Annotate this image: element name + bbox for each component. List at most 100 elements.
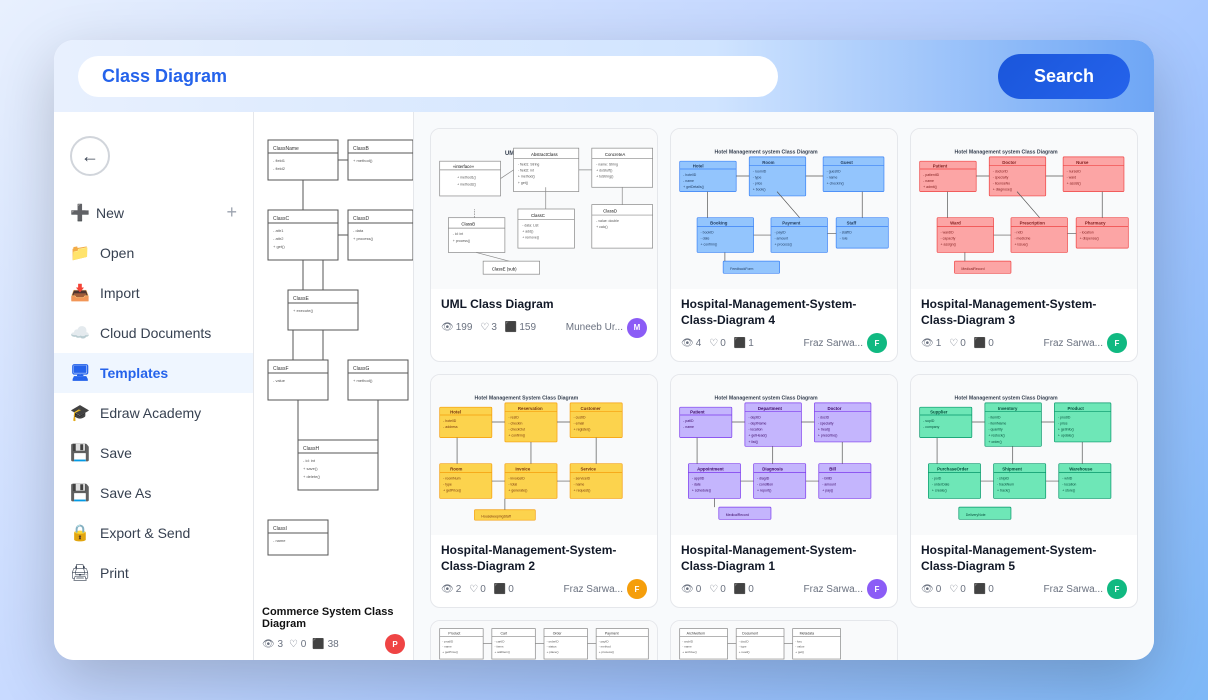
left-partial-diagram: ClassName - field1 - field2 ClassB + met… bbox=[258, 120, 414, 580]
uml-partial-diagram-svg: ArchiveItem - archID - name + archive() … bbox=[671, 621, 897, 660]
svg-text:+ toString(): + toString() bbox=[596, 175, 613, 179]
template-card-commerce[interactable]: Product - prodID - name + getPrice() Car… bbox=[430, 620, 658, 660]
import-icon: 📥 bbox=[70, 283, 90, 303]
svg-text:Hotel Management system Class: Hotel Management system Class Diagram bbox=[954, 396, 1058, 402]
sidebar-item-label: Print bbox=[100, 565, 129, 581]
svg-text:Hotel Management system Class: Hotel Management system Class Diagram bbox=[714, 396, 818, 402]
svg-text:Diagnosis: Diagnosis bbox=[762, 467, 783, 472]
back-button[interactable]: ← bbox=[70, 136, 110, 176]
hospital1-diagram-svg: Hotel Management system Class Diagram Pa… bbox=[671, 375, 897, 535]
svg-text:Room: Room bbox=[450, 467, 462, 472]
template-card-hospital-1[interactable]: Hotel Management system Class Diagram Pa… bbox=[670, 374, 898, 608]
svg-text:Hotel: Hotel bbox=[450, 409, 461, 414]
svg-text:HousekeepingStaff: HousekeepingStaff bbox=[481, 515, 510, 519]
template-card-hospital-4[interactable]: Hotel Management system Class Diagram Ho… bbox=[670, 128, 898, 362]
svg-text:- payID: - payID bbox=[774, 230, 786, 234]
author-area: Muneeb Ur... M bbox=[566, 318, 647, 338]
svg-text:+ list(): + list() bbox=[748, 440, 758, 444]
svg-text:+ track(): + track() bbox=[997, 489, 1010, 493]
svg-text:+ get(): + get() bbox=[273, 244, 285, 249]
svg-text:- name: - name bbox=[442, 645, 452, 649]
template-card-uml[interactable]: UML Class Diagram «interface» + method1(… bbox=[430, 128, 658, 362]
svg-text:+ calc(): + calc() bbox=[596, 225, 607, 229]
svg-text:Inventory: Inventory bbox=[998, 406, 1018, 411]
svg-text:+ confirm(): + confirm() bbox=[508, 434, 525, 438]
sidebar-item-new[interactable]: ➕ New + bbox=[54, 192, 253, 233]
likes-stat: ♡ 3 bbox=[480, 322, 497, 333]
svg-text:Invoice: Invoice bbox=[515, 467, 531, 472]
content-area[interactable]: UML Class Diagram «interface» + method1(… bbox=[414, 112, 1154, 660]
svg-text:ClassH: ClassH bbox=[303, 446, 320, 452]
card-stats: 👁 2 ♡ 0 ⬛ 0 bbox=[441, 584, 514, 595]
svg-text:- specialty: - specialty bbox=[818, 422, 834, 426]
svg-text:Appointment: Appointment bbox=[697, 467, 724, 472]
svg-text:- name: - name bbox=[923, 179, 934, 183]
svg-text:+ request(): + request() bbox=[574, 489, 591, 493]
likes-stat: ♡ 0 bbox=[709, 338, 726, 349]
svg-text:- hotelID: - hotelID bbox=[443, 419, 457, 423]
svg-text:«interface»: «interface» bbox=[453, 164, 475, 169]
card-meta: 👁 1 ♡ 0 ⬛ 0 Fraz Sarwa... F bbox=[921, 333, 1127, 353]
svg-text:- address: - address bbox=[443, 425, 458, 429]
template-card-hospital-5[interactable]: Hotel Management system Class Diagram Su… bbox=[910, 374, 1138, 608]
card-meta: 👁 2 ♡ 0 ⬛ 0 Fraz Sarwa... F bbox=[441, 579, 647, 599]
svg-text:Reservation: Reservation bbox=[518, 406, 543, 411]
svg-text:- archID: - archID bbox=[682, 640, 694, 644]
svg-text:+ execute(): + execute() bbox=[293, 308, 314, 313]
author-area: Fraz Sarwa... F bbox=[1044, 579, 1127, 599]
card-title: Hospital-Management-System-Class-Diagram… bbox=[681, 543, 887, 574]
svg-text:+ getHead(): + getHead() bbox=[748, 434, 766, 438]
sidebar-item-label: Import bbox=[100, 285, 140, 301]
svg-text:+ generate(): + generate() bbox=[508, 489, 527, 493]
template-card-hospital-2[interactable]: Hotel Management System Class Diagram Ho… bbox=[430, 374, 658, 608]
svg-text:ClassName: ClassName bbox=[273, 146, 299, 152]
svg-text:Service: Service bbox=[581, 467, 597, 472]
template-card-uml-partial[interactable]: ArchiveItem - archID - name + archive() … bbox=[670, 620, 898, 660]
svg-text:+ delete(): + delete() bbox=[303, 474, 321, 479]
sidebar-item-export[interactable]: 🔒 Export & Send bbox=[54, 513, 253, 553]
search-input[interactable] bbox=[78, 56, 778, 97]
partial-views: 👁 3 bbox=[262, 639, 283, 650]
sidebar-item-print[interactable]: 🖨 Print bbox=[54, 553, 253, 593]
svg-text:ClassG: ClassG bbox=[353, 366, 370, 372]
sidebar-item-templates[interactable]: 🖥 Templates bbox=[54, 353, 253, 393]
author-name: Muneeb Ur... bbox=[566, 322, 623, 333]
author-area: Fraz Sarwa... F bbox=[1044, 333, 1127, 353]
svg-text:+ process(): + process() bbox=[353, 236, 374, 241]
author-avatar: F bbox=[867, 333, 887, 353]
svg-text:+ confirm(): + confirm() bbox=[701, 243, 718, 247]
svg-text:- hotelID: - hotelID bbox=[683, 173, 697, 177]
card-meta: 👁 199 ♡ 3 ⬛ 159 Muneeb Ur... M bbox=[441, 318, 647, 338]
sidebar-item-import[interactable]: 📥 Import bbox=[54, 273, 253, 313]
sidebar-item-label: Edraw Academy bbox=[100, 405, 201, 421]
svg-text:Hotel Management system Class: Hotel Management system Class Diagram bbox=[714, 149, 818, 155]
svg-text:- docID: - docID bbox=[739, 640, 750, 644]
svg-text:- patientID: - patientID bbox=[923, 173, 939, 177]
svg-text:+ diagnose(): + diagnose() bbox=[993, 188, 1012, 192]
sidebar-item-saveas[interactable]: 💾 Save As bbox=[54, 473, 253, 513]
svg-text:+ book(): + book() bbox=[753, 188, 766, 192]
template-card-hospital-3[interactable]: Hotel Management system Class Diagram Pa… bbox=[910, 128, 1138, 362]
sidebar-item-cloud[interactable]: ☁️ Cloud Documents bbox=[54, 313, 253, 353]
svg-text:- type: - type bbox=[739, 645, 747, 649]
svg-text:Warehouse: Warehouse bbox=[1069, 467, 1093, 472]
sidebar-item-academy[interactable]: 🎓 Edraw Academy bbox=[54, 393, 253, 433]
svg-text:- ward: - ward bbox=[1067, 176, 1077, 180]
card-meta: 👁 0 ♡ 0 ⬛ 0 Fraz Sarwa... F bbox=[681, 579, 887, 599]
svg-text:+ pay(): + pay() bbox=[822, 489, 833, 493]
svg-text:ClassD: ClassD bbox=[353, 216, 370, 222]
svg-text:- role: - role bbox=[840, 236, 848, 240]
hospital5-diagram-svg: Hotel Management system Class Diagram Su… bbox=[911, 375, 1137, 535]
svg-text:- bookID: - bookID bbox=[701, 230, 715, 234]
sidebar-item-save[interactable]: 💾 Save bbox=[54, 433, 253, 473]
svg-text:- staffID: - staffID bbox=[840, 230, 853, 234]
search-button[interactable]: Search bbox=[998, 54, 1130, 99]
author-name: Fraz Sarwa... bbox=[1044, 338, 1103, 349]
svg-text:- data: List: - data: List bbox=[522, 223, 538, 227]
sidebar-item-open[interactable]: 📁 Open bbox=[54, 233, 253, 273]
svg-text:- itemName: - itemName bbox=[988, 422, 1006, 426]
svg-text:- amount: - amount bbox=[822, 483, 836, 487]
svg-text:Payment: Payment bbox=[605, 632, 619, 636]
cloud-icon: ☁️ bbox=[70, 323, 90, 343]
card-image-hospital-2: Hotel Management System Class Diagram Ho… bbox=[431, 375, 657, 535]
